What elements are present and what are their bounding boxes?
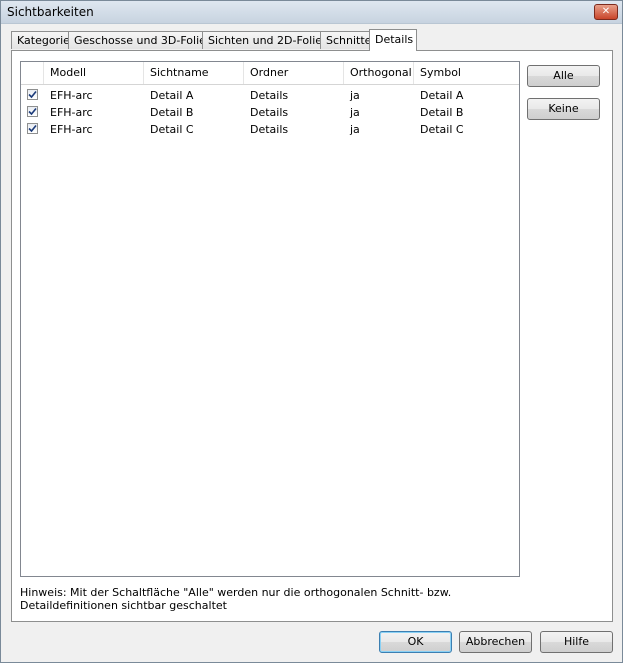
window-title: Sichtbarkeiten bbox=[7, 5, 94, 19]
cell-sichtname: Detail C bbox=[150, 123, 194, 136]
table-row[interactable]: EFH-arc Detail C Details ja Detail C bbox=[21, 121, 519, 138]
table-row[interactable]: EFH-arc Detail A Details ja Detail A bbox=[21, 87, 519, 104]
title-bar[interactable]: Sichtbarkeiten ✕ bbox=[1, 1, 622, 24]
select-none-button[interactable]: Keine bbox=[527, 98, 600, 120]
cell-orthogonal: ja bbox=[350, 106, 360, 119]
dialog-window: Sichtbarkeiten ✕ Kategorie Geschosse und… bbox=[0, 0, 623, 663]
cell-symbol: Detail C bbox=[420, 123, 464, 136]
hint-line-2: Detaildefinitionen sichtbar geschaltet bbox=[20, 599, 227, 612]
row-checkbox[interactable] bbox=[27, 89, 38, 100]
tab-geschosse-3d-folien[interactable]: Geschosse und 3D-Folien bbox=[68, 31, 213, 49]
row-checkbox[interactable] bbox=[27, 106, 38, 117]
column-header-ordner[interactable]: Ordner bbox=[244, 62, 344, 84]
column-header-sichtname[interactable]: Sichtname bbox=[144, 62, 244, 84]
close-button[interactable]: ✕ bbox=[594, 4, 618, 20]
cancel-button[interactable]: Abbrechen bbox=[459, 631, 532, 653]
cell-symbol: Detail B bbox=[420, 106, 464, 119]
column-header-symbol[interactable]: Symbol bbox=[414, 62, 519, 84]
cell-modell: EFH-arc bbox=[50, 106, 93, 119]
hint-line-1: Hinweis: Mit der Schaltfläche "Alle" wer… bbox=[20, 586, 452, 599]
tab-kategorie[interactable]: Kategorie bbox=[11, 31, 70, 49]
cell-symbol: Detail A bbox=[420, 89, 464, 102]
cell-orthogonal: ja bbox=[350, 123, 360, 136]
cell-modell: EFH-arc bbox=[50, 89, 93, 102]
row-checkbox[interactable] bbox=[27, 123, 38, 134]
column-header-modell[interactable]: Modell bbox=[44, 62, 144, 84]
list-header: Modell Sichtname Ordner Orthogonal Symbo… bbox=[21, 62, 519, 85]
details-panel: Modell Sichtname Ordner Orthogonal Symbo… bbox=[11, 50, 613, 622]
select-all-button[interactable]: Alle bbox=[527, 65, 600, 87]
cell-orthogonal: ja bbox=[350, 89, 360, 102]
cell-sichtname: Detail B bbox=[150, 106, 194, 119]
cell-sichtname: Detail A bbox=[150, 89, 194, 102]
close-icon: ✕ bbox=[601, 6, 611, 17]
checkmark-icon bbox=[28, 90, 37, 99]
tab-schnitte[interactable]: Schnitte bbox=[320, 31, 371, 49]
cell-ordner: Details bbox=[250, 106, 289, 119]
column-header-orthogonal[interactable]: Orthogonal bbox=[344, 62, 414, 84]
cell-ordner: Details bbox=[250, 123, 289, 136]
details-list[interactable]: Modell Sichtname Ordner Orthogonal Symbo… bbox=[20, 61, 520, 577]
table-row[interactable]: EFH-arc Detail B Details ja Detail B bbox=[21, 104, 519, 121]
tab-sichten-2d-folien[interactable]: Sichten und 2D-Folien bbox=[202, 31, 329, 49]
ok-button[interactable]: OK bbox=[379, 631, 452, 653]
column-header-checkbox[interactable] bbox=[21, 62, 44, 84]
hint-text: Hinweis: Mit der Schaltfläche "Alle" wer… bbox=[20, 586, 540, 612]
checkmark-icon bbox=[28, 107, 37, 116]
tab-details[interactable]: Details bbox=[369, 29, 417, 51]
checkmark-icon bbox=[28, 124, 37, 133]
cell-ordner: Details bbox=[250, 89, 289, 102]
help-button[interactable]: Hilfe bbox=[540, 631, 613, 653]
cell-modell: EFH-arc bbox=[50, 123, 93, 136]
